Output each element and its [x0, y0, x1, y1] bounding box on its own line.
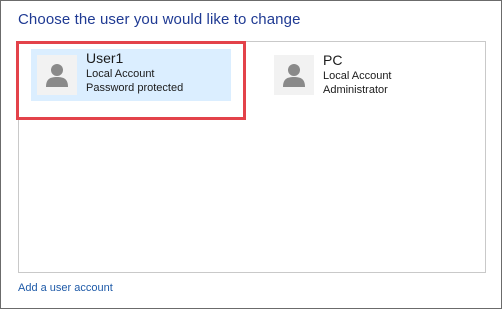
user-avatar-icon [274, 55, 314, 95]
user-card-pc[interactable]: PC Local Account Administrator [272, 51, 422, 101]
user-account-role: Administrator [323, 84, 388, 96]
add-user-account-link[interactable]: Add a user account [18, 282, 113, 294]
user-account-type: Local Account [323, 70, 392, 82]
selection-highlight-box [16, 41, 246, 120]
page-title: Choose the user you would like to change [18, 11, 301, 28]
window-frame: Choose the user you would like to change… [0, 0, 502, 309]
user-name: PC [323, 52, 343, 68]
